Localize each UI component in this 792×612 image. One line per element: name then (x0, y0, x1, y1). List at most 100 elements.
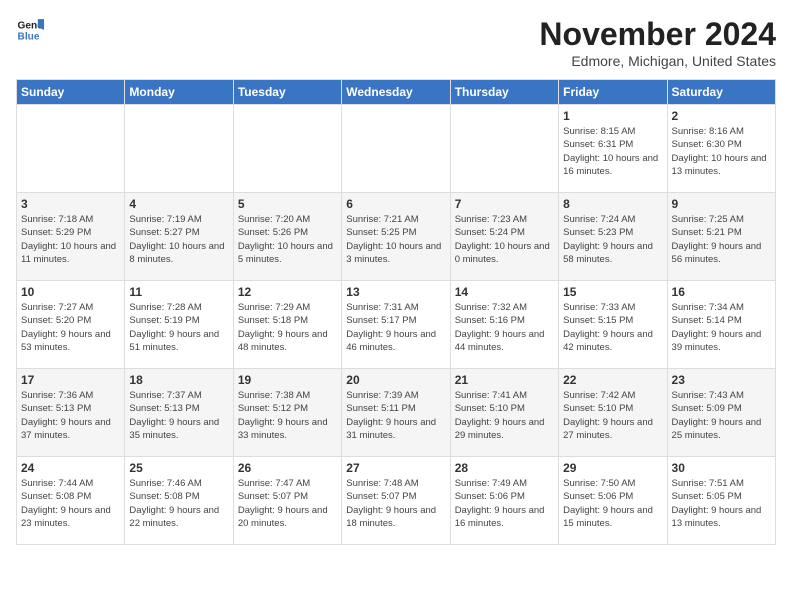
day-number: 27 (346, 461, 445, 475)
day-cell: 6 Sunrise: 7:21 AM Sunset: 5:25 PM Daylig… (342, 193, 450, 281)
day-number: 17 (21, 373, 120, 387)
day-info: Sunrise: 7:33 AM Sunset: 5:15 PM Dayligh… (563, 301, 662, 354)
day-number: 7 (455, 197, 554, 211)
day-info: Sunrise: 7:21 AM Sunset: 5:25 PM Dayligh… (346, 213, 445, 266)
svg-text:Blue: Blue (18, 31, 40, 42)
day-cell: 12Sunrise: 7:29 AM Sunset: 5:18 PM Dayli… (233, 281, 341, 369)
day-info: Sunrise: 8:15 AM Sunset: 6:31 PM Dayligh… (563, 125, 662, 178)
day-cell: 9Sunrise: 7:25 AM Sunset: 5:21 PM Daylig… (667, 193, 775, 281)
month-title: November 2024 (539, 16, 776, 53)
day-number: 11 (129, 285, 228, 299)
day-cell: 7 Sunrise: 7:23 AM Sunset: 5:24 PM Daylig… (450, 193, 558, 281)
day-info: Sunrise: 7:24 AM Sunset: 5:23 PM Dayligh… (563, 213, 662, 266)
day-info: Sunrise: 7:50 AM Sunset: 5:06 PM Dayligh… (563, 477, 662, 530)
day-cell: 4 Sunrise: 7:19 AM Sunset: 5:27 PM Daylig… (125, 193, 233, 281)
day-cell: 18Sunrise: 7:37 AM Sunset: 5:13 PM Dayli… (125, 369, 233, 457)
day-header-tuesday: Tuesday (233, 80, 341, 105)
week-row-4: 24 Sunrise: 7:44 AM Sunset: 5:08 PM Dayli… (17, 457, 776, 545)
day-number: 13 (346, 285, 445, 299)
day-cell: 21 Sunrise: 7:41 AM Sunset: 5:10 PM Dayli… (450, 369, 558, 457)
day-cell: 29Sunrise: 7:50 AM Sunset: 5:06 PM Dayli… (559, 457, 667, 545)
day-cell (125, 105, 233, 193)
day-info: Sunrise: 7:27 AM Sunset: 5:20 PM Dayligh… (21, 301, 120, 354)
day-number: 24 (21, 461, 120, 475)
calendar: SundayMondayTuesdayWednesdayThursdayFrid… (16, 79, 776, 545)
day-number: 2 (672, 109, 771, 123)
title-area: November 2024 Edmore, Michigan, United S… (539, 16, 776, 69)
day-header-sunday: Sunday (17, 80, 125, 105)
day-number: 26 (238, 461, 337, 475)
day-number: 22 (563, 373, 662, 387)
day-number: 21 (455, 373, 554, 387)
day-cell: 28 Sunrise: 7:49 AM Sunset: 5:06 PM Dayli… (450, 457, 558, 545)
day-info: Sunrise: 7:43 AM Sunset: 5:09 PM Dayligh… (672, 389, 771, 442)
day-info: Sunrise: 7:36 AM Sunset: 5:13 PM Dayligh… (21, 389, 120, 442)
day-cell: 30 Sunrise: 7:51 AM Sunset: 5:05 PM Dayli… (667, 457, 775, 545)
day-cell (17, 105, 125, 193)
day-number: 14 (455, 285, 554, 299)
day-number: 20 (346, 373, 445, 387)
day-info: Sunrise: 7:25 AM Sunset: 5:21 PM Dayligh… (672, 213, 771, 266)
day-info: Sunrise: 7:49 AM Sunset: 5:06 PM Dayligh… (455, 477, 554, 530)
week-row-2: 10 Sunrise: 7:27 AM Sunset: 5:20 PM Dayli… (17, 281, 776, 369)
day-info: Sunrise: 7:34 AM Sunset: 5:14 PM Dayligh… (672, 301, 771, 354)
day-header-saturday: Saturday (667, 80, 775, 105)
day-cell: 10 Sunrise: 7:27 AM Sunset: 5:20 PM Dayli… (17, 281, 125, 369)
day-cell: 5Sunrise: 7:20 AM Sunset: 5:26 PM Daylig… (233, 193, 341, 281)
calendar-header: SundayMondayTuesdayWednesdayThursdayFrid… (17, 80, 776, 105)
logo-icon: General Blue (16, 16, 44, 44)
day-info: Sunrise: 7:29 AM Sunset: 5:18 PM Dayligh… (238, 301, 337, 354)
day-info: Sunrise: 7:32 AM Sunset: 5:16 PM Dayligh… (455, 301, 554, 354)
day-cell: 24 Sunrise: 7:44 AM Sunset: 5:08 PM Dayli… (17, 457, 125, 545)
day-number: 6 (346, 197, 445, 211)
day-cell: 23 Sunrise: 7:43 AM Sunset: 5:09 PM Dayli… (667, 369, 775, 457)
day-info: Sunrise: 7:46 AM Sunset: 5:08 PM Dayligh… (129, 477, 228, 530)
day-info: Sunrise: 7:51 AM Sunset: 5:05 PM Dayligh… (672, 477, 771, 530)
day-cell: 1 Sunrise: 8:15 AM Sunset: 6:31 PM Daylig… (559, 105, 667, 193)
day-number: 16 (672, 285, 771, 299)
day-cell: 19 Sunrise: 7:38 AM Sunset: 5:12 PM Dayli… (233, 369, 341, 457)
day-number: 25 (129, 461, 228, 475)
week-row-0: 1 Sunrise: 8:15 AM Sunset: 6:31 PM Daylig… (17, 105, 776, 193)
day-number: 23 (672, 373, 771, 387)
day-info: Sunrise: 7:23 AM Sunset: 5:24 PM Dayligh… (455, 213, 554, 266)
day-cell: 11Sunrise: 7:28 AM Sunset: 5:19 PM Dayli… (125, 281, 233, 369)
day-number: 19 (238, 373, 337, 387)
day-info: Sunrise: 7:37 AM Sunset: 5:13 PM Dayligh… (129, 389, 228, 442)
day-number: 28 (455, 461, 554, 475)
location: Edmore, Michigan, United States (539, 53, 776, 69)
day-cell: 27Sunrise: 7:48 AM Sunset: 5:07 PM Dayli… (342, 457, 450, 545)
day-number: 4 (129, 197, 228, 211)
week-row-3: 17 Sunrise: 7:36 AM Sunset: 5:13 PM Dayli… (17, 369, 776, 457)
day-info: Sunrise: 7:39 AM Sunset: 5:11 PM Dayligh… (346, 389, 445, 442)
day-header-friday: Friday (559, 80, 667, 105)
day-info: Sunrise: 7:20 AM Sunset: 5:26 PM Dayligh… (238, 213, 337, 266)
day-info: Sunrise: 7:47 AM Sunset: 5:07 PM Dayligh… (238, 477, 337, 530)
day-number: 8 (563, 197, 662, 211)
day-cell (450, 105, 558, 193)
day-info: Sunrise: 7:18 AM Sunset: 5:29 PM Dayligh… (21, 213, 120, 266)
day-info: Sunrise: 7:31 AM Sunset: 5:17 PM Dayligh… (346, 301, 445, 354)
day-number: 1 (563, 109, 662, 123)
day-cell: 14 Sunrise: 7:32 AM Sunset: 5:16 PM Dayli… (450, 281, 558, 369)
day-number: 10 (21, 285, 120, 299)
day-cell: 13 Sunrise: 7:31 AM Sunset: 5:17 PM Dayli… (342, 281, 450, 369)
day-number: 3 (21, 197, 120, 211)
day-info: Sunrise: 7:41 AM Sunset: 5:10 PM Dayligh… (455, 389, 554, 442)
week-row-1: 3 Sunrise: 7:18 AM Sunset: 5:29 PM Daylig… (17, 193, 776, 281)
day-info: Sunrise: 7:38 AM Sunset: 5:12 PM Dayligh… (238, 389, 337, 442)
day-cell: 16 Sunrise: 7:34 AM Sunset: 5:14 PM Dayli… (667, 281, 775, 369)
day-info: Sunrise: 7:19 AM Sunset: 5:27 PM Dayligh… (129, 213, 228, 266)
day-header-thursday: Thursday (450, 80, 558, 105)
logo: General Blue (16, 16, 44, 44)
day-cell: 25 Sunrise: 7:46 AM Sunset: 5:08 PM Dayli… (125, 457, 233, 545)
day-header-wednesday: Wednesday (342, 80, 450, 105)
day-number: 30 (672, 461, 771, 475)
day-cell: 2Sunrise: 8:16 AM Sunset: 6:30 PM Daylig… (667, 105, 775, 193)
day-cell (233, 105, 341, 193)
day-info: Sunrise: 7:44 AM Sunset: 5:08 PM Dayligh… (21, 477, 120, 530)
day-cell: 8 Sunrise: 7:24 AM Sunset: 5:23 PM Daylig… (559, 193, 667, 281)
day-cell: 20 Sunrise: 7:39 AM Sunset: 5:11 PM Dayli… (342, 369, 450, 457)
day-header-monday: Monday (125, 80, 233, 105)
day-cell: 22Sunrise: 7:42 AM Sunset: 5:10 PM Dayli… (559, 369, 667, 457)
